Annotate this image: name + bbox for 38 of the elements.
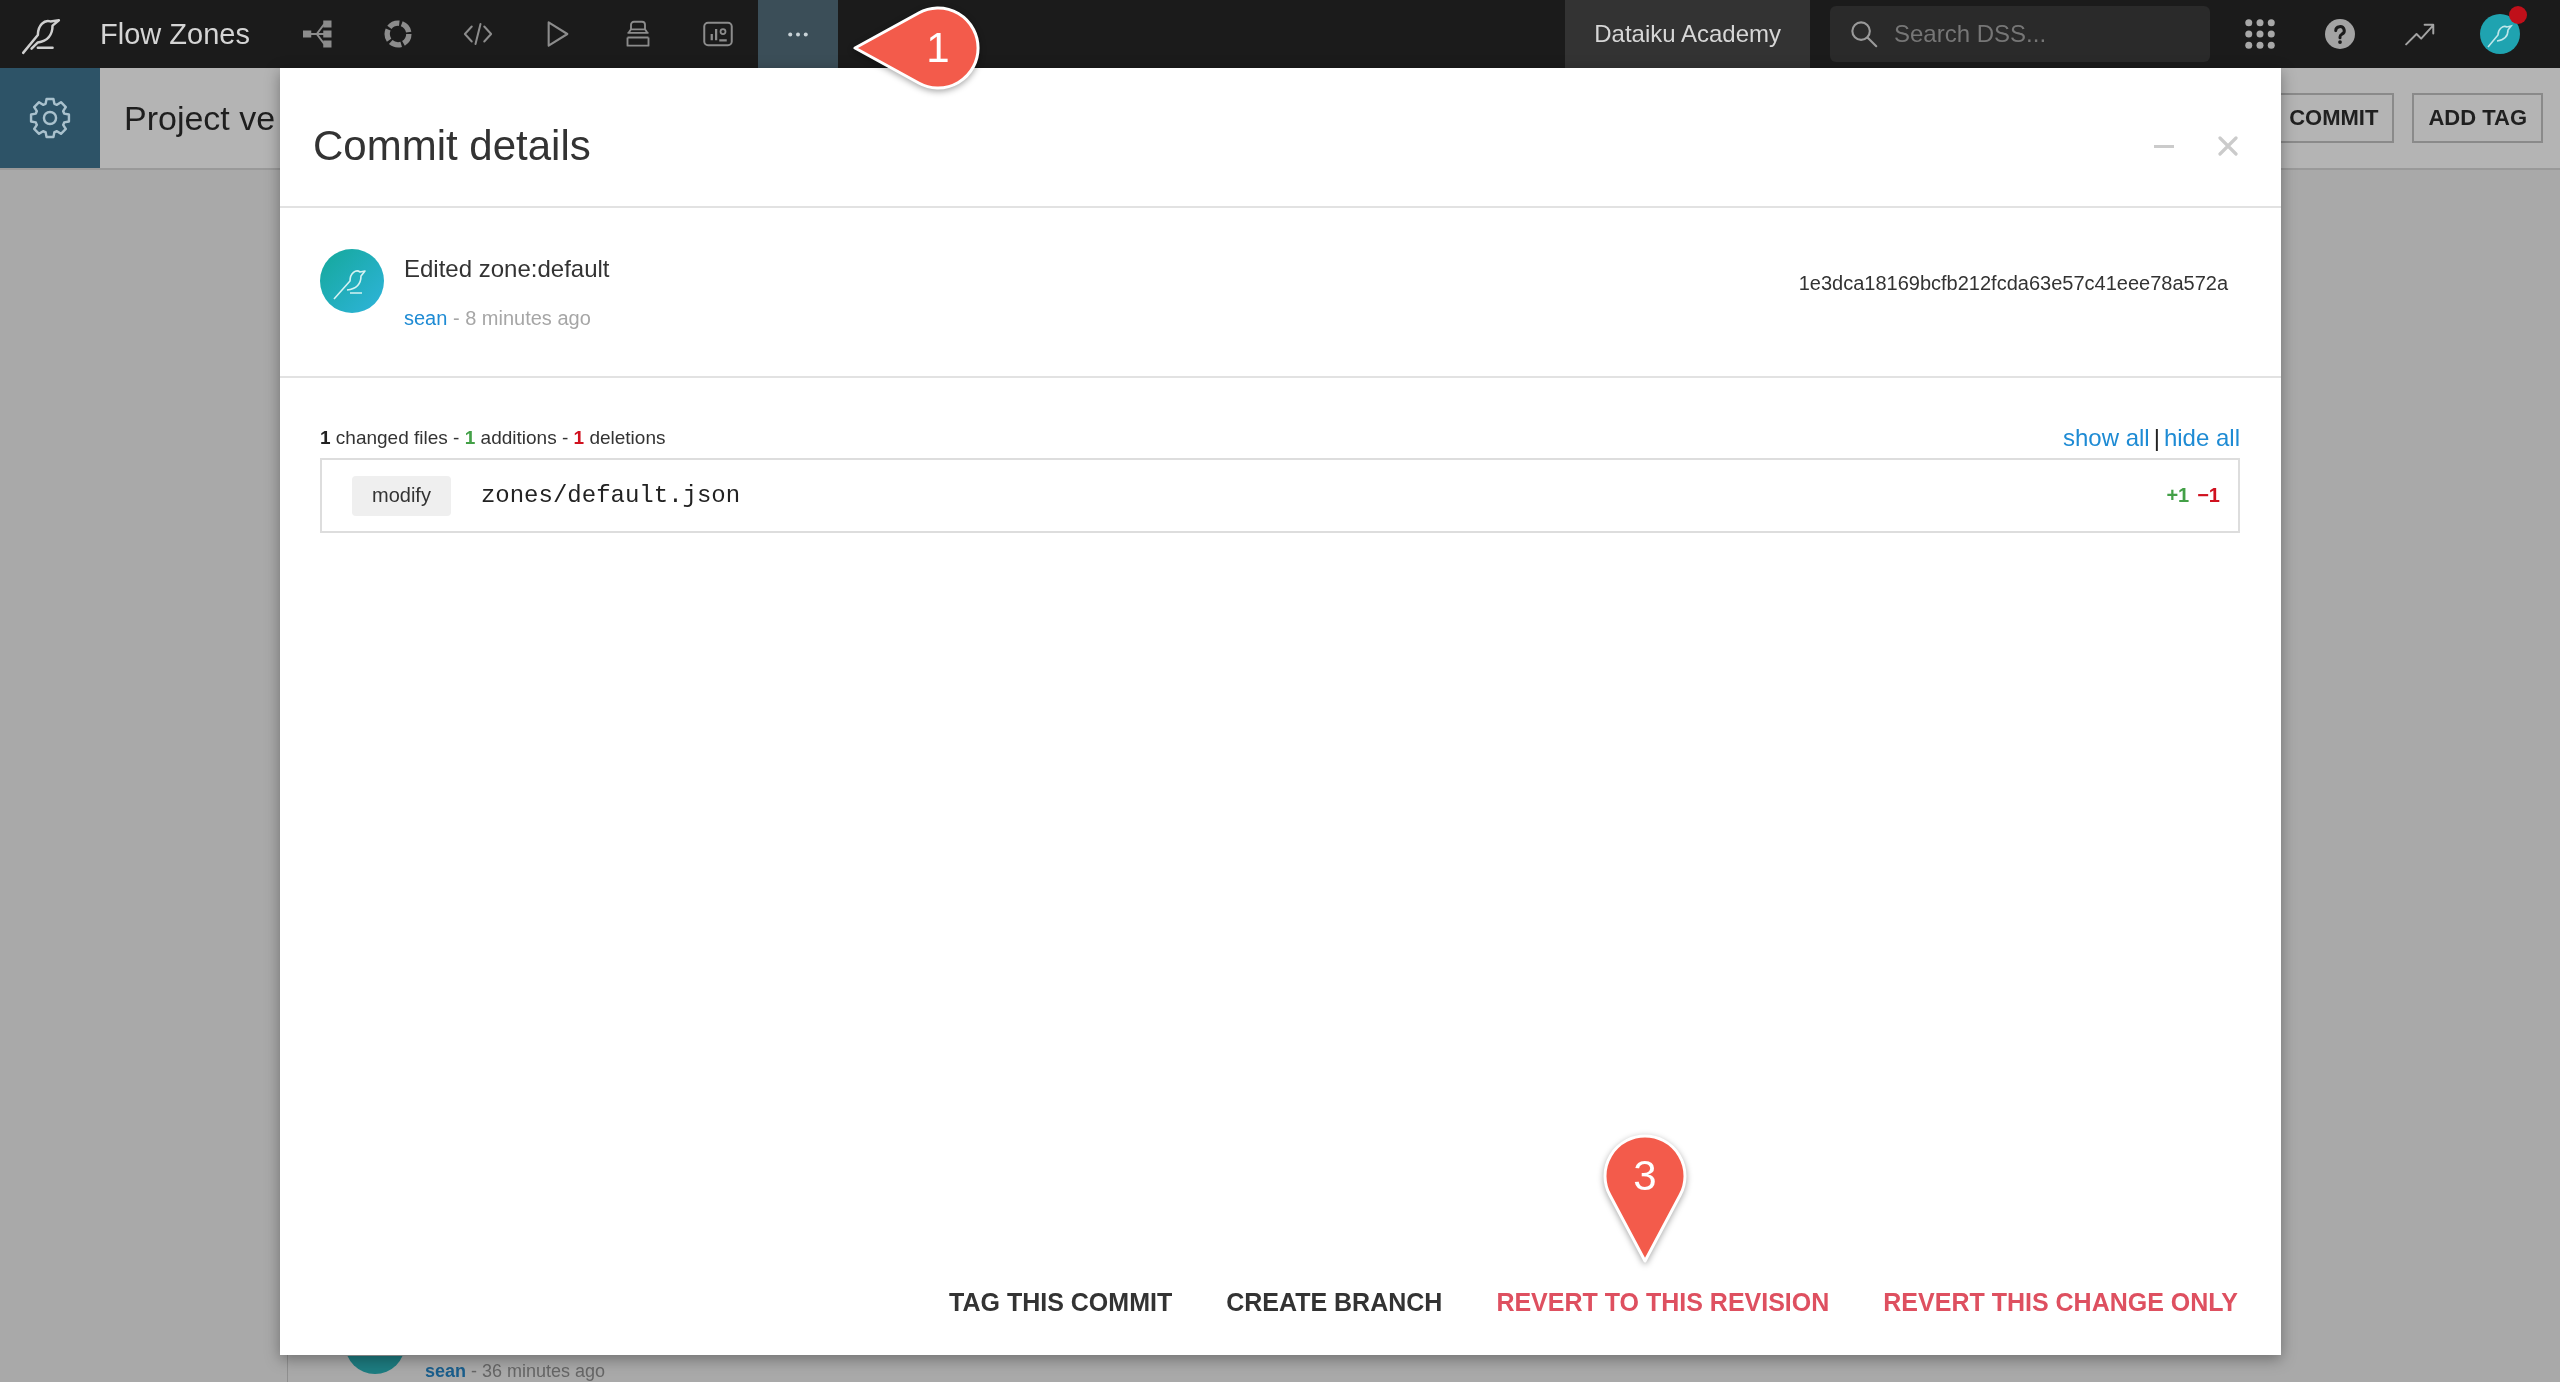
action-button[interactable]: TAG THIS COMMIT: [949, 1288, 1173, 1316]
commit-message: Edited zone:default: [404, 255, 610, 283]
settings-tab[interactable]: [0, 68, 100, 168]
action-button[interactable]: CREATE BRANCH: [1226, 1288, 1443, 1316]
search-field[interactable]: Search DSS...: [1830, 6, 2210, 62]
instance-name[interactable]: Dataiku Academy: [1565, 0, 1810, 68]
code-icon: [462, 20, 493, 48]
close-icon: [2218, 136, 2238, 156]
dashboard-icon: [702, 20, 733, 48]
changed-file-row[interactable]: modify zones/default.json +1 −1: [320, 458, 2240, 533]
diff-toggle-link[interactable]: hide all: [2163, 424, 2240, 452]
settings-icon: [28, 96, 72, 140]
action-button[interactable]: REVERT TO THIS REVISION: [1496, 1288, 1830, 1316]
avatar-icon: [320, 249, 384, 313]
project-name[interactable]: Flow Zones: [100, 17, 250, 51]
commit-hash: 1e3dca18169bcfb212fcda63e57c41eee78a572a: [1798, 271, 2228, 295]
author-link[interactable]: sean: [404, 307, 448, 329]
change-type-badge: modify: [352, 475, 451, 516]
flow-graph-icon: [302, 20, 333, 48]
apps-grid-icon: [2245, 19, 2275, 49]
changes-summary: 1 changed files - 1 additions - 1 deletions: [320, 426, 666, 450]
ring-icon: [382, 20, 413, 48]
search-icon: [1850, 20, 1878, 48]
more-icon: [787, 31, 808, 37]
diff-toggle-link[interactable]: show all: [2063, 424, 2150, 452]
page-title: Project ve: [124, 98, 276, 138]
deletions-count: −1: [2197, 484, 2220, 507]
link-separator: |: [2153, 424, 2160, 452]
additions-count: +1: [2166, 484, 2190, 507]
commit-meta: sean - 36 minutes ago: [425, 1360, 606, 1382]
file-path: zones/default.json: [480, 482, 741, 509]
minimize-icon: [2154, 144, 2174, 148]
action-button[interactable]: REVERT THIS CHANGE ONLY: [1883, 1288, 2238, 1316]
commit-meta: sean - 8 minutes ago: [404, 306, 592, 330]
dialog-title: Commit details: [313, 122, 591, 170]
header-button[interactable]: ADD TAG: [2412, 93, 2543, 143]
help-icon: [2325, 19, 2355, 49]
avatar-icon: [2480, 14, 2520, 54]
